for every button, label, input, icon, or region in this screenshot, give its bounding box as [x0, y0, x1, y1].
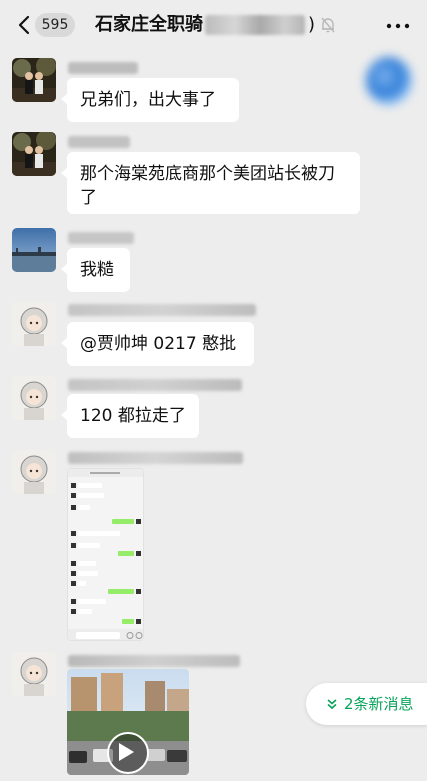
double-chevron-down-icon [327, 699, 337, 710]
message-bubble[interactable]: 兄弟们，出大事了 [61, 78, 239, 122]
chevron-left-icon[interactable] [14, 13, 36, 37]
message-text: 我糙 [80, 260, 114, 280]
redacted-sender-name [68, 232, 134, 244]
avatar[interactable] [12, 132, 56, 176]
group-title: 石家庄全职骑 [95, 14, 203, 35]
message-bubble[interactable]: @贾帅坤 0217 憨批 [61, 322, 254, 366]
message-bubble[interactable]: 我糙 [61, 248, 130, 292]
redacted-sender-name [68, 655, 240, 667]
redacted-sender-name [68, 62, 138, 74]
unread-count-badge[interactable]: 595 [35, 13, 75, 37]
redacted-sticker [366, 57, 412, 105]
avatar[interactable] [12, 652, 56, 696]
redacted-sender-name [68, 452, 243, 464]
bell-off-icon [321, 17, 335, 33]
play-icon[interactable] [116, 741, 136, 763]
redacted-sender-name [68, 379, 242, 391]
redacted-sender-name [68, 136, 130, 148]
message-text: 120 都拉走了 [80, 406, 186, 426]
redacted-sender-name [68, 304, 256, 316]
message-bubble[interactable]: 120 都拉走了 [61, 394, 199, 438]
avatar[interactable] [12, 228, 56, 272]
chat-screenshot-image[interactable] [67, 468, 144, 641]
message-text: @贾帅坤 0217 憨批 [80, 334, 237, 354]
avatar[interactable] [12, 302, 56, 346]
message-bubble[interactable]: 那个海棠苑底商那个美团站长被刀了 [61, 152, 360, 214]
group-title-close: ) [308, 14, 316, 35]
message-text: 那个海棠苑底商那个美团站长被刀了 [80, 164, 335, 208]
message-text: 兄弟们，出大事了 [80, 90, 216, 110]
new-messages-label[interactable]: 2条新消息 [344, 694, 414, 714]
avatar[interactable] [12, 376, 56, 420]
redacted-title-part [205, 15, 305, 35]
more-dots-icon[interactable] [386, 23, 410, 29]
avatar[interactable] [12, 450, 56, 494]
avatar[interactable] [12, 58, 56, 102]
